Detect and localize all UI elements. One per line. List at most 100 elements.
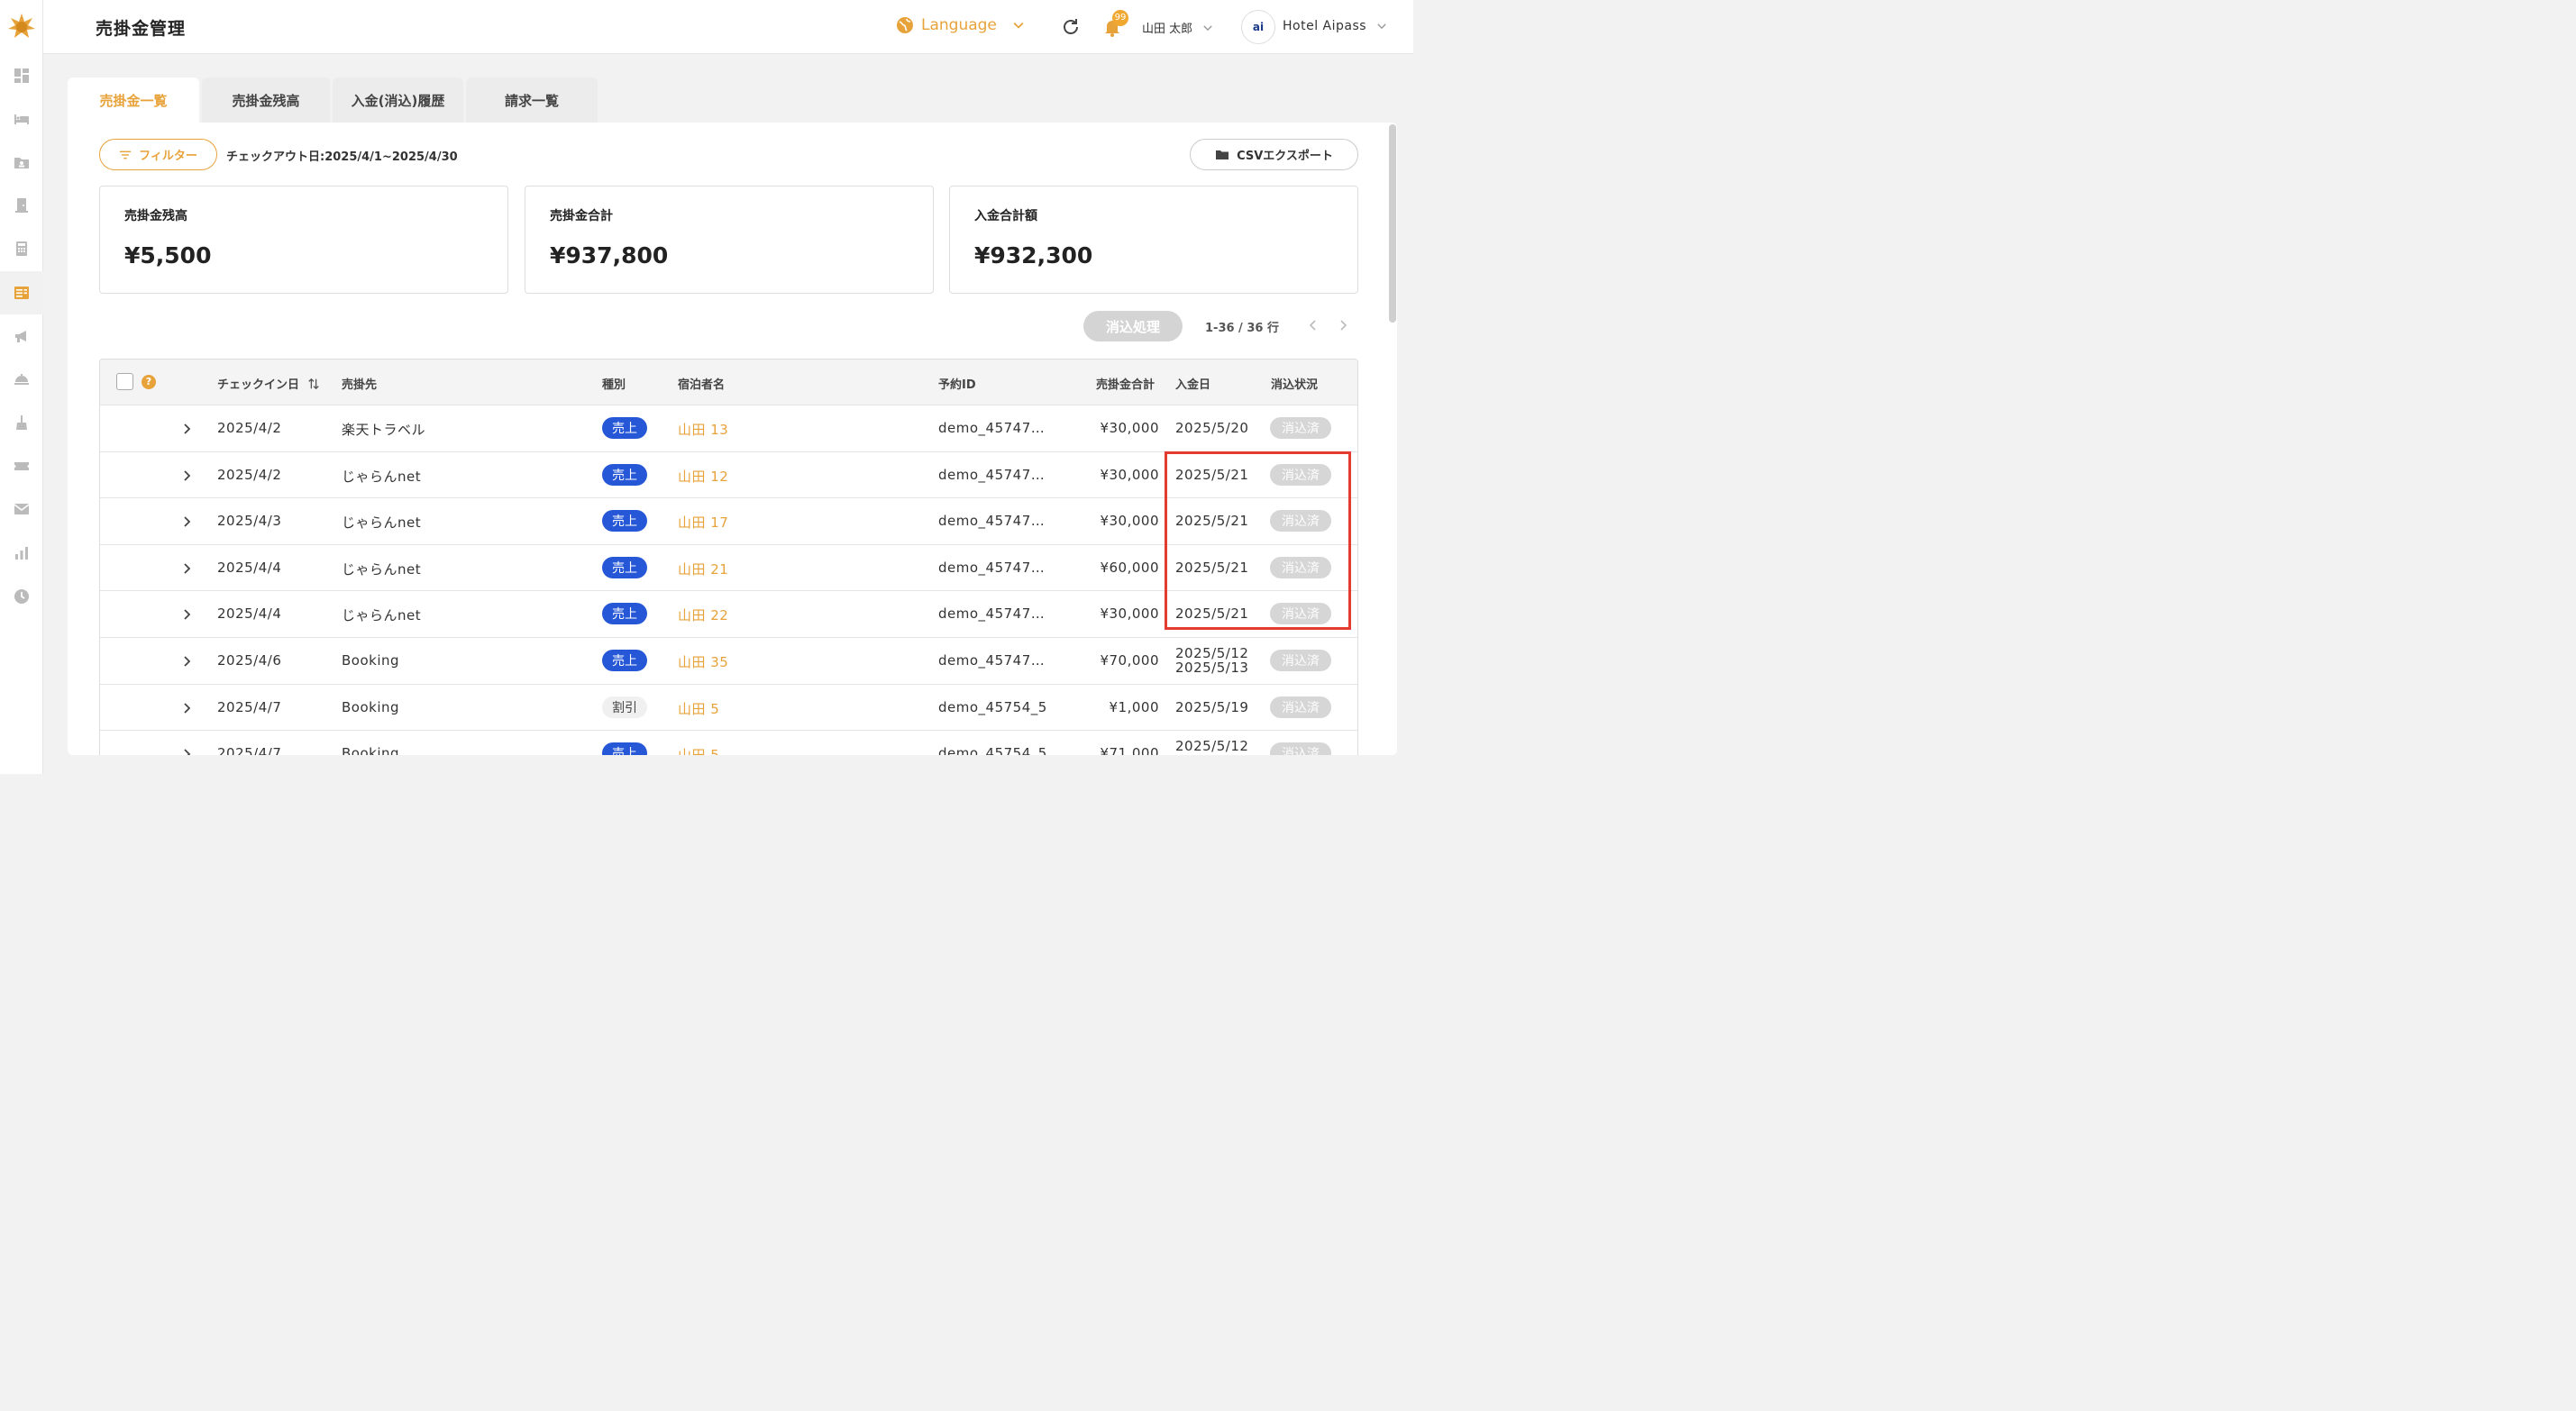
sort-icon[interactable] — [307, 378, 320, 390]
ticket-icon — [14, 462, 29, 470]
status-badge: 消込済 — [1270, 742, 1331, 755]
expand-row-icon[interactable] — [181, 748, 194, 755]
sidebar-item-services[interactable] — [0, 358, 43, 401]
expand-row-icon[interactable] — [181, 655, 194, 668]
guest-name-link[interactable]: 山田 35 — [678, 652, 728, 671]
guest-name-link[interactable]: 山田 12 — [678, 467, 728, 486]
summary-label: 売掛金合計 — [550, 209, 613, 223]
type-pill: 売上 — [602, 510, 647, 533]
reconcile-button[interactable]: 消込処理 — [1083, 311, 1183, 341]
tab-receivables-balance[interactable]: 売掛金残高 — [202, 77, 330, 123]
sidebar-item-accounting[interactable] — [0, 227, 43, 270]
table-row[interactable]: 2025/4/2 楽天トラベル 売上 山田 13 demo_45747… ¥30,000 2… — [100, 405, 1357, 451]
select-all-checkbox[interactable] — [116, 373, 133, 390]
paid-date: 2025/5/19 — [1175, 698, 1249, 715]
expand-row-icon[interactable] — [181, 515, 194, 528]
summary-card-paid: 入金合計額 ¥932,300 — [949, 186, 1358, 294]
checkin-date: 2025/4/6 — [217, 652, 282, 669]
tab-payment-history[interactable]: 入金(消込)履歴 — [333, 77, 463, 123]
hotel-selector[interactable]: Hotel Aipass — [1283, 19, 1388, 33]
reservation-id: demo_45754_5 — [938, 698, 1047, 715]
prev-page-icon[interactable] — [1306, 318, 1320, 332]
partner-name: じゃらんnet — [342, 607, 422, 624]
partner-name: じゃらんnet — [342, 514, 422, 532]
receivable-total: ¥71,000 — [1100, 745, 1159, 755]
partner-name: Booking — [342, 698, 400, 715]
filter-button[interactable]: フィルター — [99, 139, 217, 170]
sidebar-item-reports[interactable] — [0, 532, 43, 575]
table-row[interactable]: 2025/4/6 Booking 売上 山田 35 demo_45747… ¥70,000… — [100, 637, 1357, 684]
reservation-id: demo_45747… — [938, 420, 1046, 436]
door-icon — [15, 198, 28, 213]
tab-invoice-list[interactable]: 請求一覧 — [466, 77, 598, 123]
reservation-id: demo_45747… — [938, 513, 1046, 530]
summary-card-total: 売掛金合計 ¥937,800 — [525, 186, 934, 294]
expand-row-icon[interactable] — [181, 702, 194, 715]
expand-row-icon[interactable] — [181, 562, 194, 575]
guest-name-link[interactable]: 山田 5 — [678, 699, 719, 718]
sidebar-item-history[interactable] — [0, 575, 43, 618]
guest-name-link[interactable]: 山田 13 — [678, 420, 728, 439]
checkin-date: 2025/4/2 — [217, 420, 282, 436]
tab-receivables-list[interactable]: 売掛金一覧 — [68, 77, 199, 123]
brand-logo-icon[interactable] — [7, 13, 36, 41]
reservation-id: demo_45754_5 — [938, 745, 1047, 755]
folder-icon — [1216, 150, 1229, 159]
contact-folder-icon — [14, 158, 29, 168]
sidebar-item-rooms[interactable] — [0, 97, 43, 141]
checkin-date: 2025/4/3 — [217, 513, 282, 530]
megaphone-icon — [15, 331, 26, 342]
reservation-id: demo_45747… — [938, 652, 1046, 669]
paid-date-2: 2025/5/13 — [1175, 753, 1248, 755]
paid-date: 2025/5/20 — [1175, 420, 1249, 436]
type-pill: 売上 — [602, 556, 647, 578]
column-header-checkin[interactable]: チェックイン日 — [217, 375, 320, 392]
chevron-down-icon — [1203, 24, 1212, 31]
service-bell-icon — [14, 374, 29, 385]
guest-name-link[interactable]: 山田 21 — [678, 560, 728, 578]
next-page-icon[interactable] — [1336, 318, 1350, 332]
dashboard-icon — [14, 68, 29, 83]
csv-export-button[interactable]: CSVエクスポート — [1190, 139, 1358, 170]
paid-date-2: 2025/5/13 — [1175, 660, 1249, 676]
reservation-id: demo_45747… — [938, 605, 1046, 623]
language-selector[interactable]: Language — [896, 16, 1026, 34]
sidebar-item-cleaning[interactable] — [0, 401, 43, 444]
expand-row-icon[interactable] — [181, 423, 194, 435]
receivable-total: ¥30,000 — [1100, 466, 1159, 483]
sidebar-item-dashboard[interactable] — [0, 54, 43, 97]
table-header: ? チェックイン日 売掛先 種別 宿泊者名 予約ID 売掛金合計 入金日 消込状… — [100, 360, 1357, 405]
expand-row-icon[interactable] — [181, 608, 194, 621]
sidebar-item-receivables[interactable] — [0, 271, 43, 314]
status-badge: 消込済 — [1270, 417, 1331, 439]
column-header-total: 売掛金合計 — [1096, 378, 1156, 392]
sidebar-item-checkin[interactable] — [0, 184, 43, 227]
type-pill: 売上 — [602, 417, 647, 439]
table-row[interactable]: 2025/4/7 Booking 割引 山田 5 demo_45754_5 ¥1,000 2… — [100, 683, 1357, 731]
checkin-date: 2025/4/4 — [217, 605, 282, 623]
help-icon[interactable]: ? — [142, 375, 156, 389]
page-scrollbar[interactable] — [1389, 124, 1396, 323]
sidebar-item-announcements[interactable] — [0, 314, 43, 358]
user-menu[interactable]: 山田 太郎 — [1142, 19, 1214, 36]
guest-name-link[interactable]: 山田 22 — [678, 605, 728, 624]
sidebar-item-coupons[interactable] — [0, 444, 43, 487]
pager-text: 1-36 / 36 行 — [1205, 322, 1279, 335]
expand-row-icon[interactable] — [181, 469, 194, 482]
table-row[interactable]: 2025/4/7 Booking 売上 山田 5 demo_45754_5 ¥71,000… — [100, 730, 1357, 755]
receivable-total: ¥30,000 — [1100, 513, 1159, 530]
checkin-date: 2025/4/7 — [217, 698, 282, 715]
guest-name-link[interactable]: 山田 5 — [678, 745, 719, 755]
receivable-total: ¥30,000 — [1100, 605, 1159, 623]
sidebar-item-mail[interactable] — [0, 487, 43, 531]
type-pill: 売上 — [602, 603, 647, 625]
sidebar-item-guests[interactable] — [0, 141, 43, 184]
refresh-icon[interactable] — [1060, 16, 1082, 38]
user-name: 山田 太郎 — [1142, 23, 1193, 36]
guest-name-link[interactable]: 山田 17 — [678, 513, 728, 532]
reservation-id: demo_45747… — [938, 466, 1046, 483]
receivable-total: ¥1,000 — [1109, 698, 1159, 715]
paid-date: 2025/5/12 — [1175, 645, 1249, 661]
reservation-id: demo_45747… — [938, 559, 1046, 576]
status-badge: 消込済 — [1270, 650, 1331, 671]
